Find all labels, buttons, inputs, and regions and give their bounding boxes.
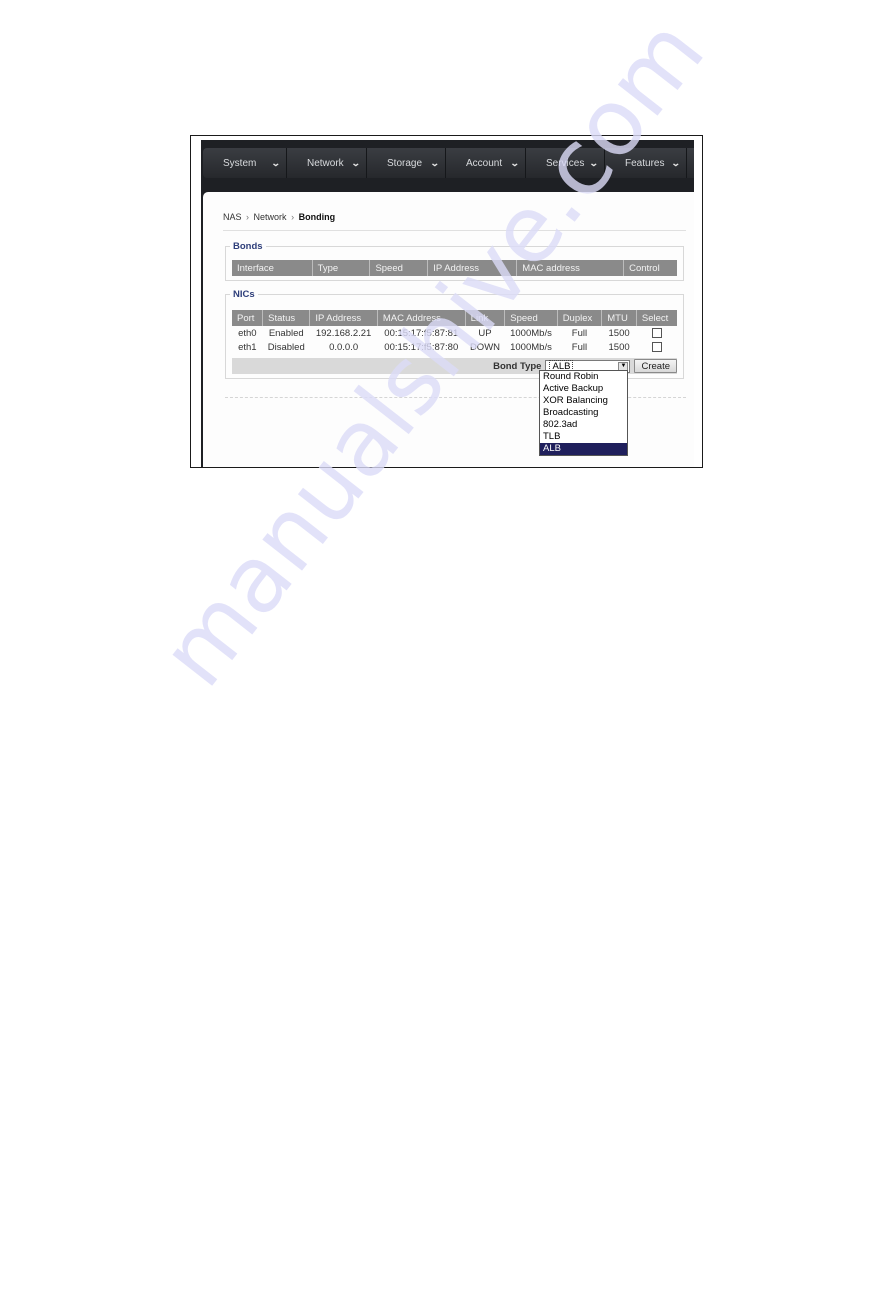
cell-mtu: 1500	[608, 341, 630, 353]
nics-legend: NICs	[233, 289, 255, 300]
breadcrumb-network[interactable]: Network	[254, 212, 287, 222]
column-header: Type	[311, 260, 370, 276]
cell-speed: 1000Mb/s	[510, 327, 552, 339]
nics-table: Port Status IP Address MAC Address Link …	[232, 310, 677, 354]
cell-port: eth0	[238, 327, 257, 339]
divider	[223, 230, 686, 231]
option-alb[interactable]: ALB	[540, 443, 627, 455]
column-header: Speed	[369, 260, 428, 276]
nav-label: Storage	[387, 157, 423, 169]
column-header: MAC address	[516, 260, 624, 276]
column-header: Link	[464, 310, 505, 326]
chevron-down-icon: ⌄	[351, 157, 362, 168]
column-header: Control	[623, 260, 677, 276]
table-row: eth0 Enabled 192.168.2.21 00:15:17:f5:87…	[232, 326, 677, 340]
column-header: Port	[232, 310, 263, 326]
chevron-down-icon: ⌄	[271, 157, 282, 168]
option-tlb[interactable]: TLB	[540, 431, 627, 443]
nav-account[interactable]: Account ⌄	[446, 148, 526, 178]
nav-network[interactable]: Network ⌄	[287, 148, 367, 178]
column-header: Speed	[504, 310, 558, 326]
chevron-down-icon: ⌄	[510, 157, 521, 168]
breadcrumb: NAS › Network › Bonding	[223, 212, 335, 222]
nav-label: Account	[466, 157, 503, 169]
cell-link: DOWN	[469, 341, 501, 353]
nav-storage[interactable]: Storage ⌄	[367, 148, 446, 178]
option-xor-balancing[interactable]: XOR Balancing	[540, 395, 627, 407]
nav-label: Services	[546, 157, 585, 169]
column-header: Status	[262, 310, 310, 326]
bonds-legend: Bonds	[233, 241, 263, 252]
create-button[interactable]: Create	[634, 359, 677, 373]
column-header: Select	[635, 310, 677, 326]
column-header: Interface	[232, 260, 313, 276]
cell-link: UP	[478, 327, 492, 339]
cell-duplex: Full	[571, 341, 588, 353]
breadcrumb-separator: ›	[291, 212, 295, 222]
option-round-robin[interactable]: Round Robin	[540, 371, 627, 383]
column-header: IP Address	[309, 310, 378, 326]
cell-duplex: Full	[571, 327, 588, 339]
top-navbar: System ⌄ Network ⌄ Storage ⌄ Account ⌄ S…	[203, 148, 694, 178]
column-header: Duplex	[556, 310, 602, 326]
cell-select	[636, 340, 677, 354]
cell-select	[636, 326, 677, 340]
cell-status: Disabled	[267, 341, 305, 353]
breadcrumb-nas[interactable]: NAS	[223, 212, 242, 222]
bonds-section: Bonds Interface Type Speed IP Address MA…	[225, 241, 684, 281]
table-row: eth1 Disabled 0.0.0.0 00:15:17:f5:87:80 …	[232, 340, 677, 354]
bond-type-options: Round Robin Active Backup XOR Balancing …	[539, 370, 628, 456]
cell-port: eth1	[238, 341, 257, 353]
breadcrumb-current: Bonding	[298, 212, 336, 222]
cell-mac: 00:15:17:f5:87:80	[384, 341, 459, 353]
cell-ip: 192.168.2.21	[315, 327, 372, 339]
chevron-down-icon: ⌄	[430, 157, 441, 168]
cell-mac: 00:15:17:f5:87:81	[384, 327, 459, 339]
breadcrumb-separator: ›	[246, 212, 250, 222]
cell-mtu: 1500	[608, 327, 630, 339]
chevron-down-icon: ⌄	[671, 157, 682, 168]
cell-ip: 0.0.0.0	[329, 341, 359, 353]
cell-speed: 1000Mb/s	[510, 341, 552, 353]
chevron-down-icon: ⌄	[589, 157, 600, 168]
cell-status: Enabled	[268, 327, 304, 339]
nav-label: System	[223, 157, 257, 169]
nav-features[interactable]: Features ⌄	[605, 148, 687, 178]
nics-section: NICs Port Status IP Address MAC Address …	[225, 289, 684, 379]
nav-system[interactable]: System ⌄	[203, 148, 287, 178]
column-header: MAC Address	[376, 310, 466, 326]
option-active-backup[interactable]: Active Backup	[540, 383, 627, 395]
column-header: IP Address	[427, 260, 517, 276]
column-header: MTU	[601, 310, 637, 326]
nav-services[interactable]: Services ⌄	[526, 148, 605, 178]
option-broadcasting[interactable]: Broadcasting	[540, 407, 627, 419]
option-802-3ad[interactable]: 802.3ad	[540, 419, 627, 431]
select-checkbox[interactable]	[651, 341, 662, 352]
select-checkbox[interactable]	[651, 327, 662, 338]
bond-type-label: Bond Type	[493, 360, 542, 372]
nav-label: Network	[307, 157, 344, 169]
bonds-table: Interface Type Speed IP Address MAC addr…	[232, 260, 677, 276]
nav-label: Features	[625, 157, 665, 169]
